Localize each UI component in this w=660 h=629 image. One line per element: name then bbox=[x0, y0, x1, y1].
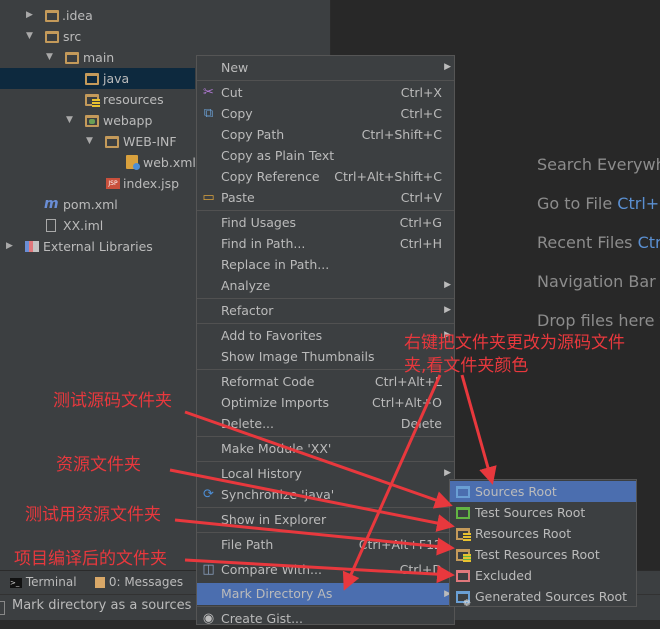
menu-item-new[interactable]: New ▶ bbox=[197, 57, 454, 78]
menu-item-cut[interactable]: ✂ Cut Ctrl+X bbox=[197, 82, 454, 103]
menu-item-analyze[interactable]: Analyze ▶ bbox=[197, 275, 454, 296]
menu-item-show-in-explorer[interactable]: Show in Explorer bbox=[197, 509, 454, 530]
messages-icon bbox=[95, 577, 105, 588]
compare-icon: ◫ bbox=[202, 562, 215, 577]
hint-go-to-file: Go to File Ctrl+ bbox=[537, 194, 660, 213]
test-resources-badge-icon bbox=[463, 554, 471, 562]
terminal-icon: >_ bbox=[10, 577, 22, 588]
menu-item-refactor[interactable]: Refactor ▶ bbox=[197, 300, 454, 321]
menu-item-find-in-path[interactable]: Find in Path... Ctrl+H bbox=[197, 233, 454, 254]
resources-badge-icon bbox=[463, 533, 471, 541]
copy-icon: ⧉ bbox=[203, 106, 214, 121]
menu-item-optimize-imports[interactable]: Optimize Imports Ctrl+Alt+O bbox=[197, 392, 454, 413]
sources-root-folder-icon bbox=[456, 486, 470, 498]
jsp-file-icon: JSP bbox=[106, 178, 120, 189]
maven-icon: m bbox=[44, 196, 59, 212]
menu-item-compare-with[interactable]: ◫ Compare With... Ctrl+D bbox=[197, 559, 454, 580]
paste-icon: ▭ bbox=[202, 190, 215, 205]
menu-item-replace-in-path[interactable]: Replace in Path... bbox=[197, 254, 454, 275]
menu-item-file-path[interactable]: File Path Ctrl+Alt+F12 bbox=[197, 534, 454, 555]
status-text: Mark directory as a sources roo bbox=[12, 598, 217, 613]
submenu-arrow-icon: ▶ bbox=[444, 62, 451, 72]
menu-item-delete[interactable]: Delete... Delete bbox=[197, 413, 454, 434]
menu-item-copy-reference[interactable]: Copy Reference Ctrl+Alt+Shift+C bbox=[197, 166, 454, 187]
menu-separator bbox=[197, 80, 454, 81]
menu-separator bbox=[197, 436, 454, 437]
web-badge-icon bbox=[89, 119, 95, 124]
tree-item-src[interactable]: ▼ src bbox=[0, 26, 330, 47]
resources-badge-icon bbox=[92, 99, 100, 107]
menu-item-paste[interactable]: ▭ Paste Ctrl+V bbox=[197, 187, 454, 208]
hint-navigation-bar: Navigation Bar bbox=[537, 272, 656, 291]
menu-item-local-history[interactable]: Local History ▶ bbox=[197, 463, 454, 484]
submenu-arrow-icon: ▶ bbox=[444, 305, 451, 315]
collapse-arrow-icon[interactable]: ▼ bbox=[86, 131, 96, 152]
submenu-item-excluded[interactable]: Excluded bbox=[450, 565, 636, 586]
annotation-resources: 资源文件夹 bbox=[56, 455, 141, 475]
folder-icon bbox=[45, 31, 59, 43]
menu-separator bbox=[197, 298, 454, 299]
menu-separator bbox=[197, 210, 454, 211]
hint-search-everywhere: Search Everywhe bbox=[537, 155, 660, 174]
gear-badge-icon: ❁ bbox=[463, 599, 471, 609]
messages-tab[interactable]: 0: Messages bbox=[95, 575, 183, 589]
libraries-icon bbox=[25, 241, 39, 252]
submenu-arrow-icon: ▶ bbox=[444, 280, 451, 290]
menu-item-copy[interactable]: ⧉ Copy Ctrl+C bbox=[197, 103, 454, 124]
status-toggle-icon[interactable] bbox=[0, 601, 5, 615]
menu-separator bbox=[197, 461, 454, 462]
menu-separator bbox=[197, 323, 454, 324]
expand-arrow-icon[interactable]: ▶ bbox=[26, 5, 36, 26]
sync-icon: ⟳ bbox=[203, 487, 214, 502]
annotation-excluded: 项目编译后的文件夹 bbox=[14, 549, 167, 569]
annotation-mark-sources-2: 夹,看文件夹颜色 bbox=[404, 356, 529, 376]
menu-item-find-usages[interactable]: Find Usages Ctrl+G bbox=[197, 212, 454, 233]
collapse-arrow-icon[interactable]: ▼ bbox=[46, 47, 56, 68]
collapse-arrow-icon[interactable]: ▼ bbox=[26, 26, 36, 47]
menu-item-copy-path[interactable]: Copy Path Ctrl+Shift+C bbox=[197, 124, 454, 145]
menu-item-copy-plain-text[interactable]: Copy as Plain Text bbox=[197, 145, 454, 166]
mark-directory-submenu: Sources Root Test Sources Root Resources… bbox=[449, 479, 637, 609]
tree-item-idea[interactable]: ▶ .idea bbox=[0, 5, 330, 26]
menu-separator bbox=[197, 606, 454, 607]
menu-item-mark-directory-as[interactable]: Mark Directory As ▶ bbox=[197, 583, 454, 605]
iml-file-icon bbox=[46, 219, 56, 232]
globe-badge-icon bbox=[133, 163, 140, 170]
menu-separator bbox=[197, 507, 454, 508]
menu-item-make-module[interactable]: Make Module 'XX' bbox=[197, 438, 454, 459]
submenu-item-generated-sources-root[interactable]: ❁ Generated Sources Root bbox=[450, 586, 636, 609]
submenu-item-resources-root[interactable]: Resources Root bbox=[450, 523, 636, 544]
folder-icon bbox=[65, 52, 79, 64]
folder-icon bbox=[105, 136, 119, 148]
submenu-item-test-sources-root[interactable]: Test Sources Root bbox=[450, 502, 636, 523]
annotation-test-sources: 测试源码文件夹 bbox=[53, 391, 172, 411]
excluded-folder-icon bbox=[456, 570, 470, 582]
submenu-item-test-resources-root[interactable]: Test Resources Root bbox=[450, 544, 636, 565]
scissors-icon: ✂ bbox=[203, 85, 214, 100]
test-sources-folder-icon bbox=[456, 507, 470, 519]
annotation-mark-sources-1: 右键把文件夹更改为源码文件 bbox=[404, 333, 625, 353]
hint-recent-files: Recent Files Ctr bbox=[537, 233, 660, 252]
collapse-arrow-icon[interactable]: ▼ bbox=[66, 110, 76, 131]
menu-item-synchronize[interactable]: ⟳ Synchronize 'java' bbox=[197, 484, 454, 505]
menu-separator bbox=[197, 532, 454, 533]
folder-icon bbox=[85, 73, 99, 85]
expand-arrow-icon[interactable]: ▶ bbox=[6, 236, 16, 257]
folder-icon bbox=[45, 10, 59, 22]
terminal-tab[interactable]: >_ Terminal bbox=[10, 575, 77, 589]
annotation-test-resources: 测试用资源文件夹 bbox=[25, 505, 161, 525]
submenu-item-sources-root[interactable]: Sources Root bbox=[450, 481, 636, 502]
tree-item-java[interactable]: java bbox=[0, 68, 195, 89]
